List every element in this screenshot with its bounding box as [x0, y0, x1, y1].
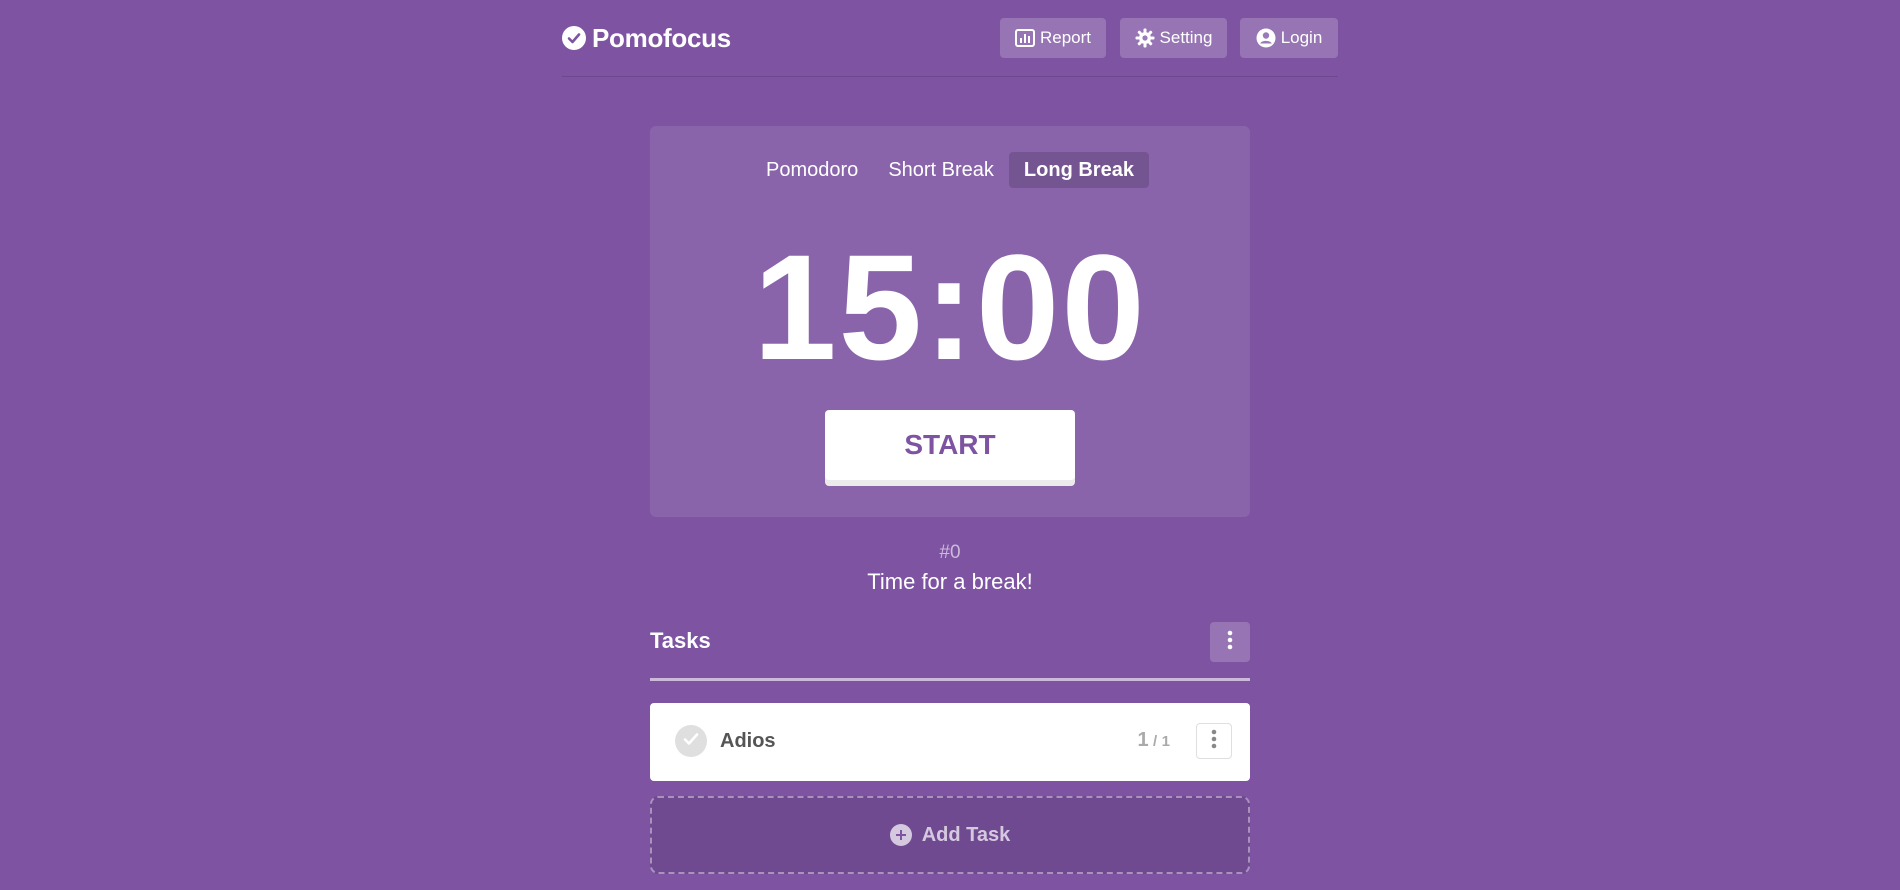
add-task-label: Add Task: [921, 823, 1011, 846]
tasks-title: Tasks: [650, 628, 711, 653]
start-button[interactable]: START: [825, 410, 1075, 480]
timer-card: Pomodoro Short Break Long Break 15:00 ST…: [650, 126, 1250, 517]
tab-short-break[interactable]: Short Break: [873, 152, 1009, 188]
setting-label: Setting: [1159, 28, 1213, 47]
task-name: Adios: [720, 730, 776, 752]
task-estimate-count: 1: [1161, 733, 1170, 750]
gear-icon: [1135, 28, 1155, 48]
kebab-menu-icon: [1227, 630, 1233, 655]
tasks-header: Tasks: [650, 620, 1250, 681]
tab-pomodoro[interactable]: Pomodoro: [751, 152, 873, 188]
app-title: Pomofocus: [592, 22, 731, 53]
login-button[interactable]: Login: [1240, 18, 1338, 58]
task-done-count: 1: [1137, 729, 1149, 751]
tasks-menu-button[interactable]: [1210, 622, 1250, 662]
login-label: Login: [1280, 28, 1323, 47]
report-label: Report: [1039, 28, 1092, 47]
user-circle-icon: [1256, 28, 1276, 48]
task-item[interactable]: Adios 1 / 1: [650, 703, 1250, 781]
setting-button[interactable]: Setting: [1120, 18, 1227, 58]
kebab-menu-icon: [1211, 729, 1217, 754]
timer-display: 15:00: [753, 223, 1147, 391]
check-icon: [683, 732, 699, 751]
header: Pomofocus Report Setting Login: [562, 0, 1338, 77]
task-pomodoro-count: 1 / 1: [1137, 729, 1170, 752]
check-circle-icon: [562, 26, 586, 50]
logo[interactable]: Pomofocus: [562, 22, 731, 54]
mode-tabs: Pomodoro Short Break Long Break: [650, 152, 1250, 188]
task-count-separator: /: [1153, 733, 1158, 750]
task-menu-button[interactable]: [1196, 723, 1232, 759]
add-task-button[interactable]: Add Task: [650, 796, 1250, 874]
bar-chart-icon: [1014, 29, 1035, 47]
plus-circle-icon: [889, 824, 912, 846]
report-button[interactable]: Report: [1000, 18, 1106, 58]
tab-long-break[interactable]: Long Break: [1008, 152, 1149, 188]
round-number[interactable]: #0: [650, 542, 1250, 564]
task-complete-checkbox[interactable]: [675, 725, 707, 757]
page: Pomofocus Report Setting Login Pomodoro …: [0, 0, 1900, 890]
round-message: Time for a break!: [867, 569, 1033, 594]
